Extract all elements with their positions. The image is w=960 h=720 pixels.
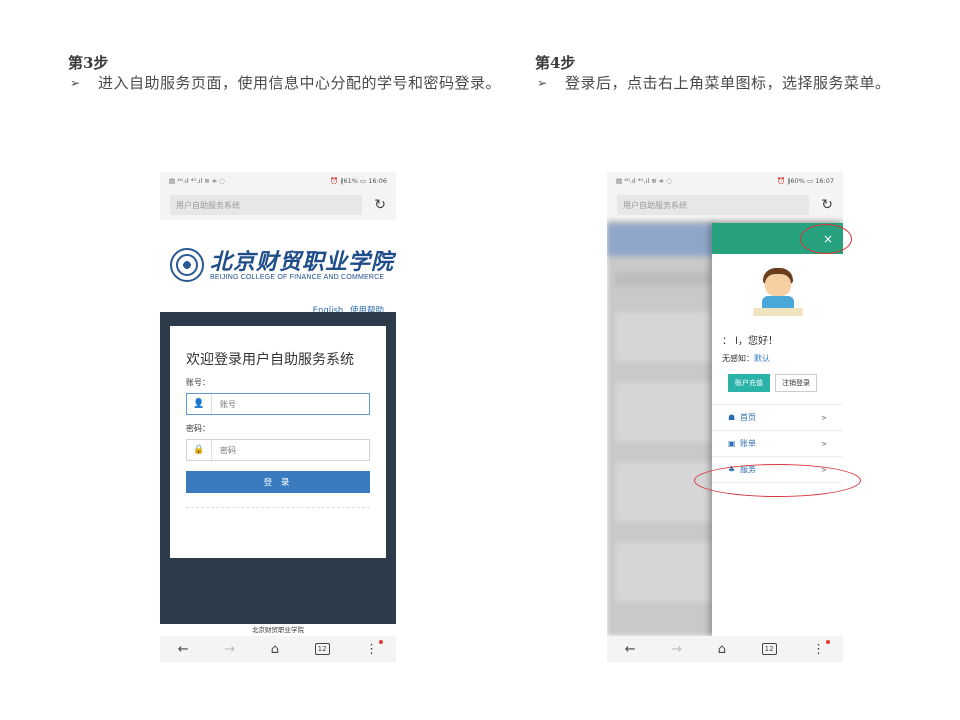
step4-block: 第4步 ➢ 登录后，点击右上角菜单图标，选择服务菜单。 xyxy=(535,54,930,93)
forward-icon[interactable]: → xyxy=(224,642,235,657)
blurred-row xyxy=(615,542,711,602)
arrow-bullet-icon: ➢ xyxy=(70,76,81,90)
browser-nav-bar: ← → ⌂ 12 ⋮ xyxy=(607,636,843,662)
account-input[interactable] xyxy=(212,394,369,414)
back-icon[interactable]: ← xyxy=(178,642,189,657)
menu-item-label: 账单 xyxy=(740,439,756,448)
status-signal: ▤ ⁴ᴳ.ıl ⁴ᴳ.ıl ≋ ≑ ◌ xyxy=(169,177,225,185)
back-icon[interactable]: ← xyxy=(625,642,636,657)
menu-item-bill[interactable]: ▣ 账单 > xyxy=(712,431,843,457)
blurred-row xyxy=(615,312,711,362)
chevron-right-icon: > xyxy=(821,439,827,448)
page-footer: 北京财贸职业学院 xyxy=(160,624,396,636)
logout-button[interactable]: 注销登录 xyxy=(775,374,817,392)
lock-icon: 🔒 xyxy=(187,440,212,460)
phone-login-screenshot: ▤ ⁴ᴳ.ıl ⁴ᴳ.ıl ≋ ≑ ◌ ⏰ ∦61% ▭ 16:06 用户自助服… xyxy=(160,172,396,662)
menu-item-home[interactable]: ☗ 首页 > xyxy=(712,405,843,431)
service-highlight-ellipse xyxy=(694,464,861,497)
college-seal-icon xyxy=(170,248,204,282)
recharge-button[interactable]: 账户充值 xyxy=(728,374,770,392)
status-bar: ▤ ⁴ᴳ.ıl ⁴ᴳ.ıl ≋ ≑ ◌ ⏰ ∦61% ▭ 16:06 xyxy=(160,172,396,190)
browser-nav-bar: ← → ⌂ 12 ⋮ xyxy=(160,636,396,662)
forward-icon[interactable]: → xyxy=(671,642,682,657)
status-time: ⏰ ∦61% ▭ 16:06 xyxy=(330,177,387,185)
logo-english-name: BEIJING COLLEGE OF FINANCE AND COMMERCE xyxy=(210,273,385,281)
tabs-count-icon[interactable]: 12 xyxy=(314,643,330,655)
notice-line: 无感知：默认 xyxy=(712,353,843,364)
password-input[interactable] xyxy=(212,440,369,460)
reload-icon[interactable]: ↻ xyxy=(362,197,386,213)
login-card: 欢迎登录用户自助服务系统 账号： 👤 密码： 🔒 登 录 xyxy=(170,326,386,558)
close-highlight-ellipse xyxy=(800,224,852,254)
home-icon[interactable]: ⌂ xyxy=(271,642,279,657)
account-label: 账号： xyxy=(186,378,210,387)
step3-text: 进入自助服务页面，使用信息中心分配的学号和密码登录。 xyxy=(98,74,502,92)
status-signal: ▤ ⁴ᴳ.ıl ⁴ᴳ.ıl ≋ ≑ ◌ xyxy=(616,177,672,185)
step3-block: 第3步 ➢ 进入自助服务页面，使用信息中心分配的学号和密码登录。 xyxy=(68,54,508,93)
avatar xyxy=(749,266,807,324)
chevron-right-icon: > xyxy=(821,413,827,422)
reload-icon[interactable]: ↻ xyxy=(809,197,833,213)
step4-title: 第4步 xyxy=(535,54,576,72)
step3-body: ➢ 进入自助服务页面，使用信息中心分配的学号和密码登录。 xyxy=(68,74,508,93)
browser-address-bar: 用户自助服务系统 ↻ xyxy=(160,190,396,220)
password-label: 密码： xyxy=(186,424,210,433)
status-bar: ▤ ⁴ᴳ.ıl ⁴ᴳ.ıl ≋ ≑ ◌ ⏰ ∦60% ▭ 16:07 xyxy=(607,172,843,190)
user-icon: 👤 xyxy=(187,394,212,414)
password-field: 🔒 xyxy=(186,439,370,461)
status-time: ⏰ ∦60% ▭ 16:07 xyxy=(777,177,834,185)
side-menu-drawer: × ： l，您好！ 无感知：默认 账户充值 注销登录 ☗ 首页 > ▣ 账单 > xyxy=(712,223,843,636)
divider xyxy=(186,507,370,508)
notice-value[interactable]: 默认 xyxy=(754,354,770,363)
notice-label: 无感知： xyxy=(722,354,754,363)
step4-body: ➢ 登录后，点击右上角菜单图标，选择服务菜单。 xyxy=(535,74,930,93)
menu-item-label: 首页 xyxy=(740,413,756,422)
address-input[interactable]: 用户自助服务系统 xyxy=(170,195,362,215)
address-input[interactable]: 用户自助服务系统 xyxy=(617,195,809,215)
login-button[interactable]: 登 录 xyxy=(186,471,370,493)
browser-address-bar: 用户自助服务系统 ↻ xyxy=(607,190,843,220)
account-buttons: 账户充值 注销登录 xyxy=(712,374,843,392)
college-logo: 北京财贸职业学院 BEIJING COLLEGE OF FINANCE AND … xyxy=(160,226,396,304)
dashboard-icon: ☗ xyxy=(728,413,736,422)
logo-chinese-name: 北京财贸职业学院 xyxy=(210,248,395,275)
tabs-count-icon[interactable]: 12 xyxy=(761,643,777,655)
account-field: 👤 xyxy=(186,393,370,415)
login-title: 欢迎登录用户自助服务系统 xyxy=(186,352,354,368)
more-menu-icon[interactable]: ⋮ xyxy=(365,639,384,657)
blurred-row xyxy=(615,382,711,442)
greeting-text: ： l，您好！ xyxy=(722,336,778,347)
arrow-bullet-icon: ➢ xyxy=(537,76,548,90)
step4-text: 登录后，点击右上角菜单图标，选择服务菜单。 xyxy=(565,74,891,92)
blurred-row xyxy=(615,462,711,522)
more-menu-icon[interactable]: ⋮ xyxy=(812,639,831,657)
home-icon[interactable]: ⌂ xyxy=(718,642,726,657)
blurred-row xyxy=(615,272,711,286)
bill-icon: ▣ xyxy=(728,439,736,448)
blurred-header xyxy=(607,224,717,256)
step3-title: 第3步 xyxy=(68,54,109,72)
